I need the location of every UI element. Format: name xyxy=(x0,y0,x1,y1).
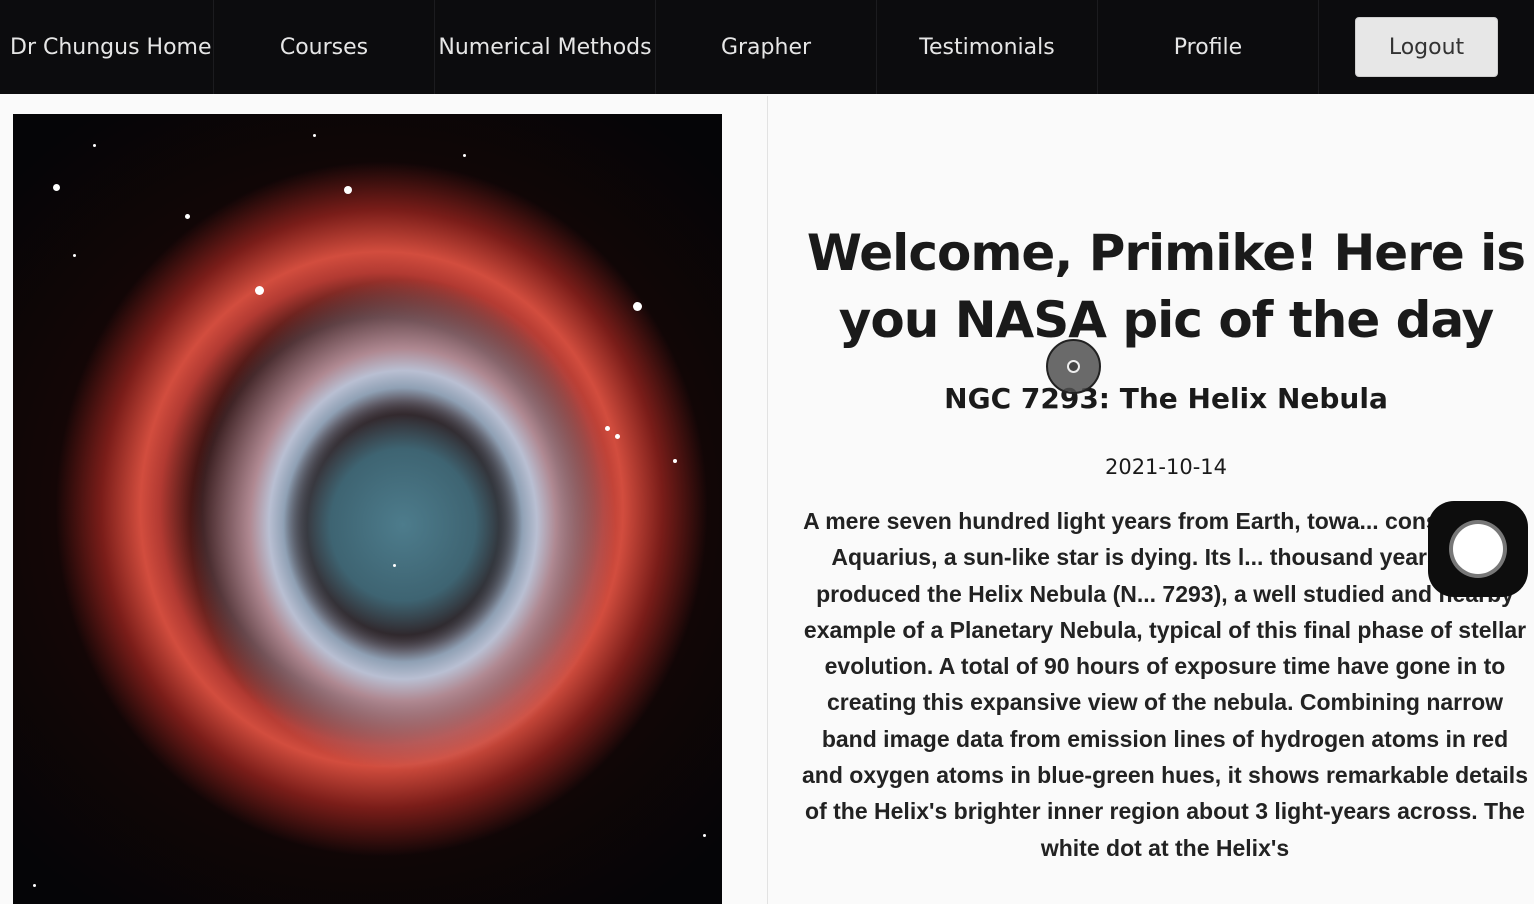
nav-home-link[interactable]: Dr Chungus Home xyxy=(0,0,214,94)
star xyxy=(73,254,76,257)
nav-courses-link[interactable]: Courses xyxy=(214,0,435,94)
star xyxy=(53,184,60,191)
record-button-icon[interactable] xyxy=(1428,501,1528,597)
apod-title: NGC 7293: The Helix Nebula xyxy=(944,382,1388,415)
nav-grapher-link[interactable]: Grapher xyxy=(656,0,877,94)
click-cursor-icon xyxy=(1046,339,1101,394)
nav-profile-link[interactable]: Profile xyxy=(1098,0,1319,94)
nasa-picture-of-the-day-image xyxy=(13,114,722,904)
star xyxy=(93,144,96,147)
top-navbar: Dr Chungus Home Courses Numerical Method… xyxy=(0,0,1534,94)
nav-numerical-methods-link[interactable]: Numerical Methods xyxy=(435,0,656,94)
welcome-headline: Welcome, Primike! Here is you NASA pic o… xyxy=(806,224,1526,349)
star xyxy=(313,134,316,137)
apod-description: A mere seven hundred light years from Ea… xyxy=(802,508,1528,861)
star xyxy=(393,564,396,567)
star xyxy=(633,302,642,311)
star xyxy=(703,834,706,837)
star xyxy=(344,186,352,194)
star xyxy=(255,286,264,295)
logout-button[interactable]: Logout xyxy=(1355,17,1498,77)
star xyxy=(605,426,610,431)
apod-date: 2021-10-14 xyxy=(1104,455,1228,479)
star xyxy=(463,154,466,157)
column-divider xyxy=(767,96,768,904)
nav-testimonials-link[interactable]: Testimonials xyxy=(877,0,1098,94)
star xyxy=(673,459,677,463)
logout-container: Logout xyxy=(1319,0,1534,94)
star xyxy=(185,214,190,219)
star xyxy=(615,434,620,439)
star xyxy=(33,884,36,887)
